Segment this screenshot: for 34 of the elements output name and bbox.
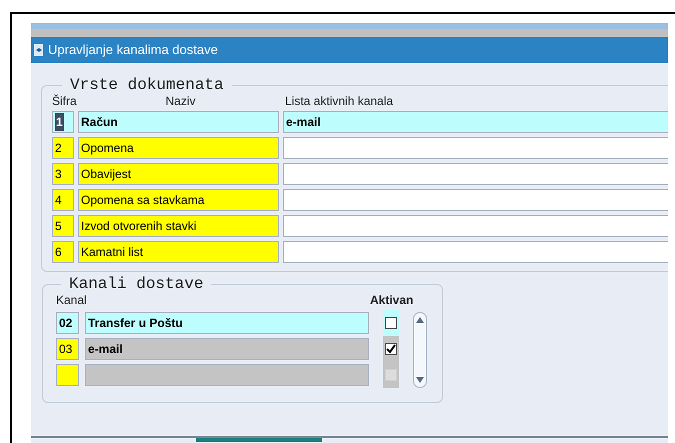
window-title: Upravljanje kanalima dostave	[48, 41, 218, 60]
name-field[interactable]: Račun	[78, 111, 279, 133]
name-field[interactable]: e-mail	[85, 338, 369, 360]
column-header: Naziv	[164, 93, 196, 110]
scroll-up-icon[interactable]	[416, 317, 424, 323]
name-field[interactable]: Transfer u Poštu	[85, 312, 369, 334]
name-field[interactable]: Opomena sa stavkama	[78, 189, 279, 211]
name-field[interactable]: Obavijest	[78, 163, 279, 185]
channels-field[interactable]	[283, 137, 668, 159]
channels-field[interactable]	[283, 189, 668, 211]
name-field[interactable]: Kamatni list	[78, 241, 279, 263]
code-field[interactable]: 02	[56, 312, 79, 334]
code-field[interactable]: 4	[52, 189, 74, 211]
code-field[interactable]: 6	[52, 241, 74, 263]
code-field[interactable]: 3	[52, 163, 74, 185]
channels-field[interactable]	[283, 241, 668, 263]
column-header: Aktivan	[370, 292, 414, 309]
checkbox[interactable]	[385, 317, 397, 329]
code-field[interactable]: 2	[52, 137, 74, 159]
code-field[interactable]: 03	[56, 338, 79, 360]
channels-field[interactable]: e-mail	[283, 111, 668, 133]
column-header: Lista aktivnih kanala	[284, 93, 394, 110]
channels-field[interactable]	[283, 215, 668, 237]
name-field[interactable]: Izvod otvorenih stavki	[78, 215, 279, 237]
scrollbar[interactable]	[413, 312, 427, 388]
channels-field[interactable]	[283, 163, 668, 185]
code-field[interactable]: 1	[52, 111, 74, 133]
code-field[interactable]: 5	[52, 215, 74, 237]
checkbox[interactable]	[385, 343, 397, 355]
name-field[interactable]: Opomena	[78, 137, 279, 159]
column-header: Kanal	[56, 292, 88, 309]
column-header: Šifra	[52, 93, 78, 110]
window-icon	[33, 43, 45, 57]
scroll-down-icon[interactable]	[416, 377, 424, 383]
